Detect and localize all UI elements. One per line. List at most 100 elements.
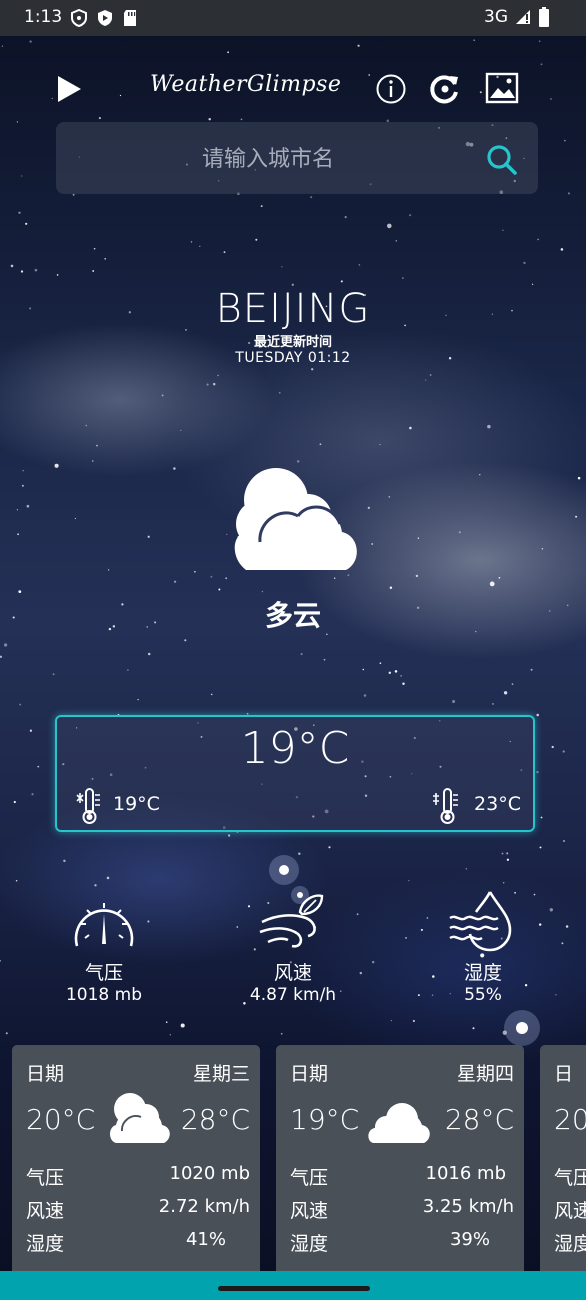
- star: [389, 586, 393, 589]
- forecast-card[interactable]: 日期 星期三 20°C 28°C 气压 1020 mb 风速 2.72 km/h…: [12, 1045, 260, 1284]
- star: [119, 94, 122, 97]
- temperature-panel: 19°C 19°C 23°C: [55, 715, 535, 832]
- image-icon[interactable]: [485, 72, 519, 104]
- star: [217, 374, 219, 377]
- star: [194, 570, 196, 573]
- humidity-value: 55%: [464, 985, 502, 1005]
- star: [489, 581, 495, 587]
- star: [51, 97, 53, 100]
- star: [26, 504, 30, 508]
- play-protect-icon: [98, 10, 112, 26]
- star: [412, 1019, 415, 1023]
- star: [18, 590, 22, 594]
- star: [210, 575, 213, 578]
- gauge-icon: [74, 903, 134, 947]
- star: [278, 391, 281, 394]
- star: [255, 238, 258, 241]
- star: [212, 382, 216, 386]
- last-updated-time: TUESDAY 01:12: [235, 350, 351, 366]
- high-temperature: 28°C: [180, 1103, 250, 1136]
- star: [18, 211, 21, 214]
- star: [34, 268, 38, 272]
- humidity-label: 湿度: [463, 962, 502, 984]
- star: [227, 51, 229, 54]
- star: [208, 117, 211, 121]
- wind-value: 4.87 km/h: [249, 985, 337, 1005]
- star: [388, 496, 391, 498]
- star: [458, 531, 461, 534]
- wind-label: 风速: [26, 1200, 65, 1222]
- weekday: 星期四: [456, 1063, 514, 1085]
- network-type: 3G: [484, 7, 508, 27]
- star: [492, 703, 494, 705]
- pressure-label: 气压: [554, 1167, 586, 1189]
- star: [472, 1027, 475, 1030]
- star: [390, 1019, 393, 1022]
- humidity-icon: [449, 891, 512, 952]
- star: [173, 467, 176, 470]
- date-label: 日期: [290, 1063, 329, 1085]
- star: [96, 444, 98, 447]
- low-temperature: 20: [554, 1103, 586, 1136]
- star: [98, 117, 101, 120]
- star: [17, 533, 19, 536]
- pressure-value: 1018 mb: [65, 985, 143, 1005]
- star: [147, 535, 150, 538]
- star: [280, 1032, 283, 1035]
- star: [13, 800, 16, 804]
- star: [206, 383, 209, 386]
- refresh-icon[interactable]: [428, 72, 462, 106]
- search-icon[interactable]: [486, 144, 518, 176]
- star: [429, 374, 432, 376]
- humidity-stat: 湿度 55%: [403, 890, 563, 1005]
- star: [340, 280, 343, 283]
- forecast-card[interactable]: 日期 星期四 19°C 28°C 气压 1016 mb 风速 3.25 km/h…: [276, 1045, 524, 1284]
- star: [502, 229, 504, 232]
- star: [408, 879, 410, 882]
- city-search-input[interactable]: [56, 122, 480, 196]
- play-icon[interactable]: [54, 74, 84, 104]
- last-updated-label: 最近更新时间: [253, 335, 332, 350]
- star: [281, 266, 283, 268]
- star: [503, 691, 508, 695]
- pressure-stat: 气压 1018 mb: [24, 894, 184, 1005]
- star: [536, 713, 539, 717]
- info-icon[interactable]: [375, 73, 407, 105]
- cloudy-weather-icon: [110, 1093, 170, 1143]
- star: [503, 882, 505, 884]
- star: [31, 793, 34, 796]
- star: [0, 655, 3, 658]
- star: [260, 205, 263, 208]
- star: [300, 653, 303, 656]
- star: [479, 91, 482, 94]
- star: [506, 852, 509, 855]
- star: [479, 474, 481, 476]
- wind-value: 3.25 km/h: [422, 1196, 514, 1217]
- forecast-card-partial[interactable]: 日 20 气压 风速 湿度: [540, 1045, 586, 1284]
- star: [169, 1034, 171, 1036]
- star: [21, 175, 23, 177]
- star: [161, 394, 164, 397]
- star: [15, 879, 18, 882]
- star: [137, 698, 139, 701]
- city-search-box[interactable]: [56, 122, 538, 196]
- star: [388, 671, 392, 675]
- star: [501, 852, 504, 855]
- star: [379, 443, 381, 446]
- star: [21, 484, 24, 487]
- star: [225, 577, 228, 580]
- star: [52, 673, 55, 676]
- star: [531, 283, 534, 285]
- star: [551, 745, 554, 749]
- star: [536, 770, 539, 774]
- humidity-label: 湿度: [26, 1233, 65, 1255]
- sd-card-icon: [124, 10, 136, 26]
- star: [180, 429, 182, 431]
- home-gesture-bar[interactable]: [218, 1286, 370, 1291]
- star: [550, 98, 552, 100]
- star: [94, 884, 97, 887]
- star: [16, 121, 19, 123]
- star: [400, 675, 402, 677]
- pressure-label: 气压: [84, 962, 123, 984]
- humidity-value: 39%: [449, 1229, 490, 1250]
